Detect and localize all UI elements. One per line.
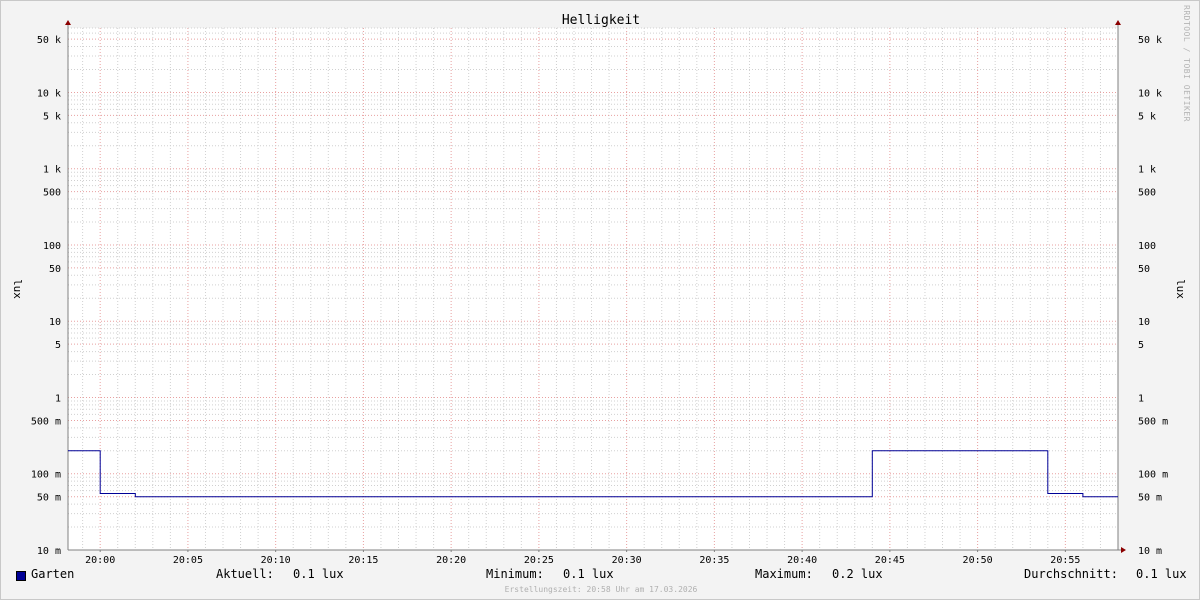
- y-tick-label-left: 10: [49, 317, 61, 328]
- x-tick-label: 20:30: [612, 555, 642, 566]
- y-tick-label-right: 5: [1138, 340, 1144, 351]
- y-tick-label-left: 100 m: [31, 470, 61, 481]
- x-tick-label: 20:55: [1050, 555, 1080, 566]
- legend-minimum-value: 0.1 lux: [563, 567, 614, 581]
- y-tick-label-right: 1 k: [1138, 165, 1156, 176]
- y-tick-label-right: 500: [1138, 188, 1156, 199]
- y-axis-arrow-left: [65, 20, 71, 25]
- legend-aktuell-value: 0.1 lux: [293, 567, 344, 581]
- x-tick-label: 20:00: [85, 555, 115, 566]
- y-tick-label-right: 50 k: [1138, 35, 1162, 46]
- y-tick-label-right: 100: [1138, 241, 1156, 252]
- y-tick-label-left: 10 k: [37, 88, 61, 99]
- x-tick-label: 20:05: [173, 555, 203, 566]
- x-tick-label: 20:40: [787, 555, 817, 566]
- x-tick-label: 20:50: [963, 555, 993, 566]
- y-tick-label-left: 1: [55, 393, 61, 404]
- legend-maximum-value: 0.2 lux: [832, 567, 883, 581]
- y-tick-label-left: 5 k: [43, 111, 61, 122]
- legend-durchschnitt-value: 0.1 lux: [1136, 567, 1187, 581]
- legend-aktuell-label: Aktuell:: [216, 567, 274, 581]
- x-tick-label: 20:15: [348, 555, 378, 566]
- y-axis-label-left: lux: [11, 279, 24, 299]
- y-tick-label-left: 50 m: [37, 493, 61, 504]
- x-tick-label: 20:10: [261, 555, 291, 566]
- rrdtool-credit: RRDTOOL / TOBI OETIKER: [1182, 5, 1191, 122]
- y-tick-label-right: 100 m: [1138, 470, 1168, 481]
- y-tick-label-left: 50 k: [37, 35, 61, 46]
- y-tick-label-right: 50: [1138, 264, 1150, 275]
- x-tick-label: 20:25: [524, 555, 554, 566]
- legend-maximum-label: Maximum:: [755, 567, 813, 581]
- legend-swatch: [16, 571, 26, 581]
- y-tick-label-right: 5 k: [1138, 111, 1156, 122]
- y-tick-label-right: 50 m: [1138, 493, 1162, 504]
- y-tick-label-right: 10: [1138, 317, 1150, 328]
- legend-series-name: Garten: [31, 567, 75, 581]
- legend-minimum-label: Minimum:: [486, 567, 544, 581]
- chart-title: Helligkeit: [562, 13, 640, 28]
- y-axis-label-right: lux: [1174, 279, 1187, 299]
- y-tick-label-right: 500 m: [1138, 416, 1168, 427]
- chart-canvas: Helligkeit lux lux 20:00 20:05 20:10 20:15 2…: [11, 13, 1187, 566]
- y-tick-label-right: 10 m: [1138, 546, 1162, 557]
- creation-timestamp: Erstellungszeit: 20:58 Uhr am 17.03.2026: [504, 585, 698, 594]
- y-tick-label-left: 50: [49, 264, 61, 275]
- x-tick-label: 20:35: [699, 555, 729, 566]
- x-tick-label: 20:20: [436, 555, 466, 566]
- x-tick-label: 20:45: [875, 555, 905, 566]
- y-tick-label-left: 100: [43, 241, 61, 252]
- y-tick-label-right: 1: [1138, 393, 1144, 404]
- legend-durchschnitt-label: Durchschnitt:: [1024, 567, 1118, 581]
- y-tick-label-left: 1 k: [43, 165, 61, 176]
- chart-frame: Helligkeit lux lux 20:00 20:05 20:10 20:15 2…: [0, 0, 1200, 600]
- y-tick-label-left: 10 m: [37, 546, 61, 557]
- y-tick-label-right: 10 k: [1138, 88, 1162, 99]
- y-tick-label-left: 500 m: [31, 416, 61, 427]
- y-tick-label-left: 500: [43, 188, 61, 199]
- x-axis-arrow: [1121, 547, 1126, 553]
- legend: Garten Aktuell: 0.1 lux Minimum: 0.1 lux…: [1, 567, 1200, 585]
- y-axis-arrow-right: [1115, 20, 1121, 25]
- y-tick-label-left: 5: [55, 340, 61, 351]
